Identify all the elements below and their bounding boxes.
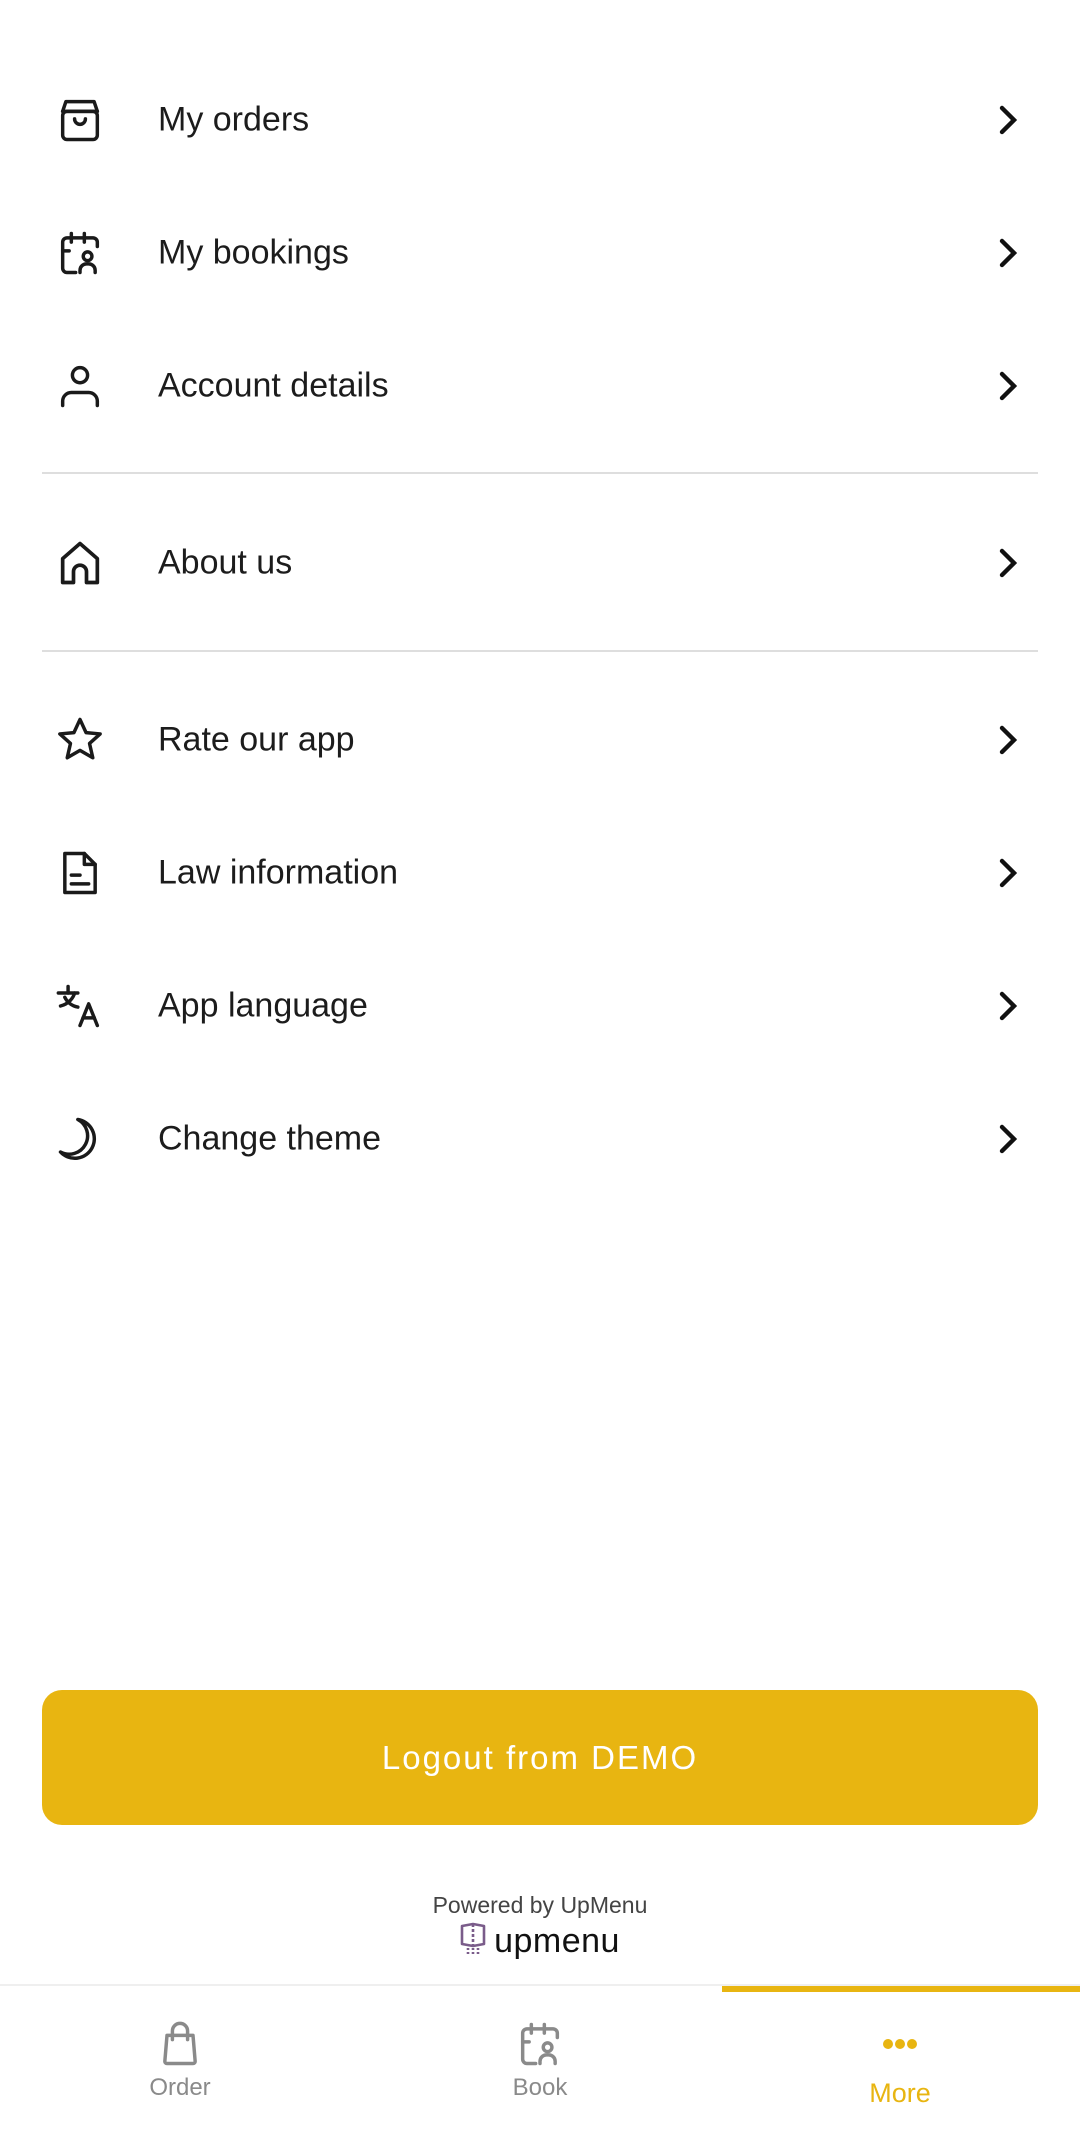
shopping-bag-icon <box>54 94 106 146</box>
upmenu-brand-name: upmenu <box>494 1922 620 1960</box>
powered-by-text: Powered by UpMenu <box>432 1892 648 1918</box>
upmenu-brand: upmenu <box>0 1922 1080 1961</box>
chevron-right-icon <box>994 724 1022 756</box>
menu-item-account-details[interactable]: Account details <box>0 326 1080 446</box>
chevron-right-icon <box>994 104 1022 136</box>
nav-tab-label: Book <box>512 2074 568 2101</box>
menu-item-change-theme[interactable]: Change theme <box>0 1079 1080 1199</box>
menu-item-label: My orders <box>158 100 310 139</box>
nav-tab-book[interactable]: Book <box>360 1986 720 2133</box>
document-icon <box>54 847 106 899</box>
nav-tab-label: Order <box>149 2074 211 2101</box>
nav-tab-more[interactable]: More <box>720 1986 1080 2133</box>
upmenu-logo-icon <box>460 1922 486 1961</box>
chevron-right-icon <box>994 990 1022 1022</box>
section-divider <box>42 650 1038 652</box>
bottom-navigation: Order Book More <box>0 1984 1080 2133</box>
menu-item-label: Law information <box>158 853 399 892</box>
shopping-bag-icon <box>154 2018 206 2070</box>
more-dots-icon <box>874 2018 926 2070</box>
nav-tab-label: More <box>869 2078 931 2108</box>
chevron-right-icon <box>994 237 1022 269</box>
menu-item-about-us[interactable]: About us <box>0 503 1080 623</box>
section-divider <box>42 472 1038 474</box>
menu-item-label: My bookings <box>158 233 349 272</box>
menu-item-my-bookings[interactable]: My bookings <box>0 193 1080 313</box>
calendar-user-icon <box>514 2018 566 2070</box>
menu-item-law-information[interactable]: Law information <box>0 813 1080 933</box>
calendar-user-icon <box>54 227 106 279</box>
user-icon <box>54 360 106 412</box>
logout-button[interactable]: Logout from DEMO <box>42 1690 1038 1825</box>
star-icon <box>54 714 106 766</box>
translate-icon <box>54 980 106 1032</box>
menu-item-label: App language <box>158 986 368 1025</box>
menu-item-label: Change theme <box>158 1119 382 1158</box>
menu-item-label: Rate our app <box>158 720 355 759</box>
chevron-right-icon <box>994 370 1022 402</box>
home-icon <box>54 537 106 589</box>
moon-icon <box>54 1113 106 1165</box>
menu-item-label: Account details <box>158 366 389 405</box>
chevron-right-icon <box>994 1123 1022 1155</box>
menu-item-my-orders[interactable]: My orders <box>0 60 1080 180</box>
menu-item-label: About us <box>158 543 293 582</box>
menu-item-app-language[interactable]: App language <box>0 946 1080 1066</box>
chevron-right-icon <box>994 547 1022 579</box>
menu-item-rate-our-app[interactable]: Rate our app <box>0 680 1080 800</box>
nav-tab-order[interactable]: Order <box>0 1986 360 2133</box>
chevron-right-icon <box>994 857 1022 889</box>
